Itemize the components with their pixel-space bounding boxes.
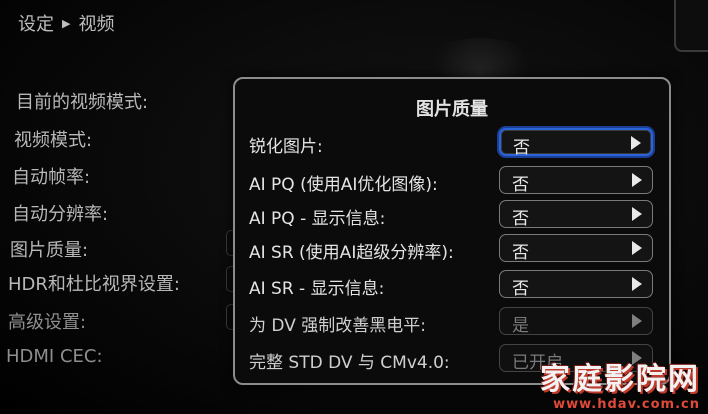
setting-value: 否	[512, 279, 529, 299]
setting-value: 否	[512, 243, 529, 263]
ai-sr-info-value-button[interactable]: 否	[499, 270, 653, 299]
arrow-right-icon	[632, 241, 642, 255]
menu-item-hdmi-cec[interactable]: HDMI CEC:	[6, 346, 103, 367]
setting-label: AI SR - 显示信息:	[249, 279, 385, 299]
dialog-title: 图片质量	[416, 99, 488, 120]
menu-item-picture-quality[interactable]: 图片质量:	[10, 236, 88, 262]
setting-label: AI PQ (使用AI优化图像):	[249, 175, 438, 195]
setting-label: AI PQ - 显示信息:	[249, 209, 386, 229]
corner-panel	[674, 0, 708, 52]
setting-label: AI SR (使用AI超级分辨率):	[249, 243, 454, 263]
breadcrumb: 设定 ▶ 视频	[18, 10, 114, 36]
setting-label: 锐化图片:	[249, 137, 323, 157]
watermark-url: www.hdav.com.cn	[553, 397, 700, 412]
arrow-right-icon	[632, 173, 642, 187]
setting-row-ai-sr-info[interactable]: AI SR - 显示信息: 否	[249, 270, 657, 300]
breadcrumb-parent[interactable]: 设定	[18, 10, 54, 36]
setting-row-ai-pq-info[interactable]: AI PQ - 显示信息: 否	[249, 200, 657, 230]
setting-value: 否	[513, 138, 530, 158]
ai-pq-info-value-button[interactable]: 否	[499, 200, 653, 229]
setting-row-dv-black-level: 为 DV 强制改善黑电平: 是	[249, 307, 657, 337]
breadcrumb-current: 视频	[78, 14, 115, 35]
ai-sr-value-button[interactable]: 否	[499, 234, 653, 263]
arrow-right-icon	[632, 277, 642, 291]
setting-label: 完整 STD DV 与 CMv4.0:	[249, 353, 450, 373]
menu-item-hdr-dolby-vision[interactable]: HDR和杜比视界设置:	[8, 270, 180, 296]
menu-item-current-video-mode[interactable]: 目前的视频模式:	[16, 88, 148, 114]
setting-row-sharpen[interactable]: 锐化图片: 否	[249, 128, 657, 158]
menu-item-advanced-settings[interactable]: 高级设置:	[8, 308, 86, 334]
menu-item-video-mode[interactable]: 视频模式:	[14, 126, 92, 152]
arrow-right-icon	[632, 207, 642, 221]
setting-value: 否	[512, 209, 529, 229]
arrow-right-icon	[631, 136, 641, 150]
setting-label: 为 DV 强制改善黑电平:	[249, 316, 426, 336]
sharpen-value-button[interactable]: 否	[499, 128, 653, 158]
menu-item-auto-frame-rate[interactable]: 自动帧率:	[12, 163, 90, 189]
menu-item-auto-resolution[interactable]: 自动分辨率:	[12, 200, 108, 226]
picture-quality-dialog: 图片质量 锐化图片: 否 AI PQ (使用AI优化图像): 否 AI PQ -…	[233, 77, 671, 385]
ai-pq-value-button[interactable]: 否	[499, 166, 653, 195]
setting-value: 否	[512, 175, 529, 195]
watermark-title: 家庭影院网	[540, 362, 700, 397]
dv-black-level-value-button: 是	[499, 307, 653, 336]
arrow-right-icon	[632, 314, 642, 328]
watermark: 家庭影院网 www.hdav.com.cn	[540, 362, 700, 413]
setting-row-ai-sr[interactable]: AI SR (使用AI超级分辨率): 否	[249, 234, 657, 264]
chevron-right-icon: ▶	[62, 16, 71, 30]
setting-row-ai-pq[interactable]: AI PQ (使用AI优化图像): 否	[249, 166, 657, 196]
setting-value: 是	[512, 316, 529, 336]
